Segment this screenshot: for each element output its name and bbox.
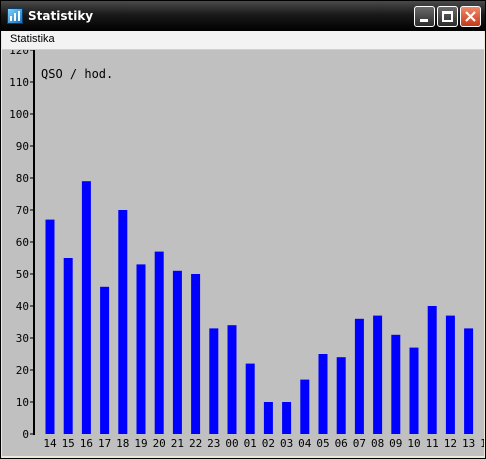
x-tick-label: 10	[407, 437, 420, 450]
bar-6	[154, 251, 164, 434]
bar-21	[427, 306, 437, 434]
y-tick-label: 70	[16, 204, 29, 217]
x-tick-label: 23	[207, 437, 220, 450]
qso-per-hour-chart: QSO / hod. 01020304050607080901001101201…	[9, 50, 484, 450]
x-tick-label: 05	[316, 437, 329, 450]
bar-8	[191, 274, 201, 434]
x-tick-label: 21	[171, 437, 184, 450]
x-tick-label: 17	[98, 437, 111, 450]
bar-19	[391, 334, 401, 434]
x-tick-label: 04	[298, 437, 312, 450]
window-title: Statistiky	[28, 9, 94, 23]
bar-22	[445, 315, 455, 434]
bar-16	[336, 357, 346, 434]
app-statistics-icon[interactable]	[7, 8, 23, 24]
bar-1	[63, 258, 73, 434]
x-tick-label: 11	[426, 437, 439, 450]
statistics-window: Statistiky Statistika QSO / hod. 0 10 20 30…	[0, 0, 486, 459]
bar-2	[81, 181, 91, 434]
bar-23	[464, 328, 474, 434]
chart-annotation: QSO / hod.	[41, 67, 113, 81]
x-tick-label: 01	[244, 437, 257, 450]
bar-9	[209, 328, 219, 434]
x-tick-label: 07	[353, 437, 366, 450]
bar-11	[245, 363, 255, 434]
y-tick-label: 20	[16, 364, 29, 377]
maximize-button[interactable]	[437, 6, 458, 27]
y-tick-label: 10	[16, 396, 29, 409]
bar-14	[300, 379, 310, 434]
x-tick-label: 03	[280, 437, 293, 450]
y-tick-label: 80	[16, 172, 29, 185]
y-tick-label: 90	[16, 140, 29, 153]
x-tick-label: 02	[262, 437, 275, 450]
bar-17	[354, 318, 364, 434]
x-tick-label: 15	[62, 437, 75, 450]
x-tick-label: 18	[116, 437, 129, 450]
bar-18	[373, 315, 383, 434]
x-tick-label: 13	[462, 437, 475, 450]
chart-area: QSO / hod. 0 10 20 30 40 50 60 70 80 90 100 110 120 1…	[2, 50, 484, 456]
bar-15	[318, 354, 328, 434]
y-tick-label: 30	[16, 332, 29, 345]
menu-statistika[interactable]: Statistika	[10, 33, 55, 45]
x-tick-label: 09	[389, 437, 402, 450]
bar-12	[263, 402, 273, 434]
menu-bar: Statistika	[2, 31, 484, 50]
minimize-icon	[420, 19, 428, 22]
x-tick-label: 14	[480, 437, 484, 450]
y-tick-label: 40	[16, 300, 29, 313]
x-tick-label: 20	[153, 437, 166, 450]
bar-20	[409, 347, 419, 434]
close-icon	[465, 11, 476, 22]
bar-3	[100, 286, 110, 434]
y-tick-label: 100	[9, 108, 29, 121]
bar-13	[282, 402, 292, 434]
x-tick-label: 16	[80, 437, 93, 450]
bar-7	[172, 270, 182, 434]
x-tick-label: 08	[371, 437, 384, 450]
bar-10	[227, 325, 237, 434]
x-tick-label: 00	[225, 437, 238, 450]
y-tick-label: 60	[16, 236, 29, 249]
title-bar[interactable]: Statistiky	[1, 1, 485, 31]
y-tick-label: 0	[22, 428, 29, 441]
x-tick-label: 14	[43, 437, 57, 450]
x-tick-label: 06	[335, 437, 348, 450]
close-button[interactable]	[460, 6, 481, 27]
bar-5	[136, 264, 146, 434]
x-tick-label: 22	[189, 437, 202, 450]
x-tick-label: 12	[444, 437, 457, 450]
minimize-button[interactable]	[414, 6, 435, 27]
y-tick-label: 50	[16, 268, 29, 281]
bar-0	[45, 219, 55, 434]
maximize-icon	[442, 11, 453, 22]
x-tick-label: 19	[134, 437, 147, 450]
y-tick-label: 120	[9, 50, 29, 57]
y-tick-label: 110	[9, 76, 29, 89]
bar-4	[118, 210, 128, 434]
